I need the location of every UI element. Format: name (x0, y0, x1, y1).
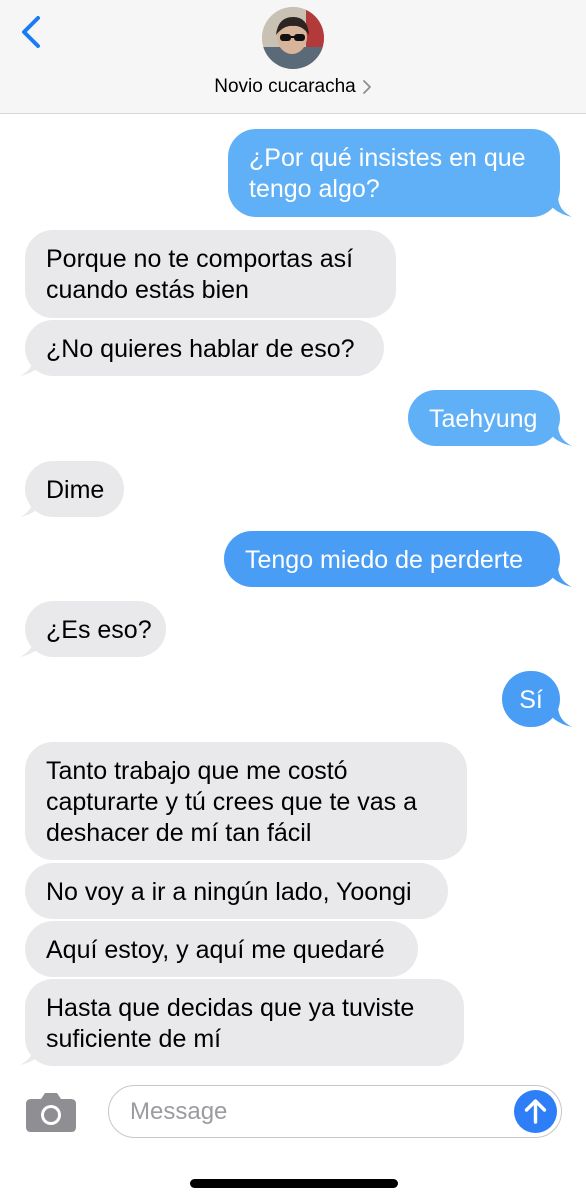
sent-bubble-tail (546, 706, 572, 727)
received-bubble-tail (20, 355, 46, 376)
received-bubble-tail (20, 1044, 46, 1065)
sent-message-bubble[interactable]: Tengo miedo de perderte (224, 531, 560, 587)
avatar[interactable] (262, 7, 324, 69)
contact-name-row[interactable]: Novio cucaracha (0, 74, 586, 100)
received-message-bubble[interactable]: Hasta que decidas que ya tuviste suficie… (25, 979, 464, 1066)
received-message-bubble[interactable]: No voy a ir a ningún lado, Yoongi (25, 863, 448, 919)
received-message-bubble[interactable]: Tanto trabajo que me costó capturarte y … (25, 742, 467, 860)
sent-message-bubble[interactable]: ¿Por qué insistes en que tengo algo? (228, 129, 560, 217)
sent-bubble-tail (546, 196, 572, 217)
received-message-bubble[interactable]: ¿No quieres hablar de eso? (25, 320, 384, 376)
received-message-bubble[interactable]: Porque no te comportas así cuando estás … (25, 230, 396, 318)
received-message-bubble[interactable]: Aquí estoy, y aquí me quedaré (25, 921, 418, 977)
received-bubble-tail (20, 496, 46, 517)
send-button[interactable] (514, 1090, 557, 1133)
arrow-up-icon (524, 1099, 547, 1124)
camera-icon[interactable] (25, 1091, 77, 1133)
chevron-right-icon[interactable] (362, 79, 372, 95)
received-message-bubble[interactable]: ¿Es eso? (25, 601, 166, 657)
message-input[interactable]: Message (108, 1085, 562, 1138)
home-indicator[interactable] (190, 1179, 398, 1188)
chevron-left-icon[interactable] (14, 12, 46, 52)
conversation-header: Novio cucaracha (0, 0, 586, 114)
contact-name[interactable]: Novio cucaracha (214, 76, 356, 98)
sent-bubble-tail (546, 425, 572, 446)
sent-bubble-tail (546, 566, 572, 587)
avatar-photo (262, 7, 324, 69)
sent-message-bubble[interactable]: Taehyung (408, 390, 560, 446)
received-bubble-tail (20, 636, 46, 657)
